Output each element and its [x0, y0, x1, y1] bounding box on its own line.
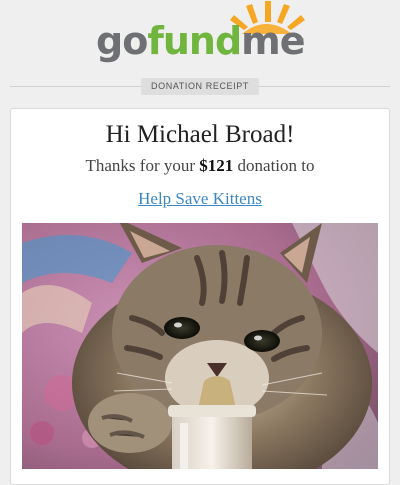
- greeting-heading: Hi Michael Broad!: [105, 121, 295, 148]
- trademark: ™: [298, 38, 304, 44]
- donation-amount: $121: [199, 156, 234, 175]
- thanks-prefix: Thanks for your: [85, 156, 200, 175]
- thanks-line: Thanks for your $121 donation to: [0, 156, 400, 176]
- donation-receipt-badge: DONATION RECEIPT: [141, 78, 259, 95]
- logo-me: me: [241, 19, 305, 63]
- logo-go: go: [96, 19, 148, 63]
- campaign-photo[interactable]: [22, 223, 378, 469]
- thanks-suffix: donation to: [233, 156, 315, 175]
- campaign-link[interactable]: Help Save Kittens: [0, 189, 400, 209]
- gofundme-logo[interactable]: gofundme: [96, 19, 306, 63]
- logo-fund: fund: [147, 19, 242, 63]
- kitten-image: [22, 223, 378, 469]
- header: gofundme ™: [0, 0, 400, 76]
